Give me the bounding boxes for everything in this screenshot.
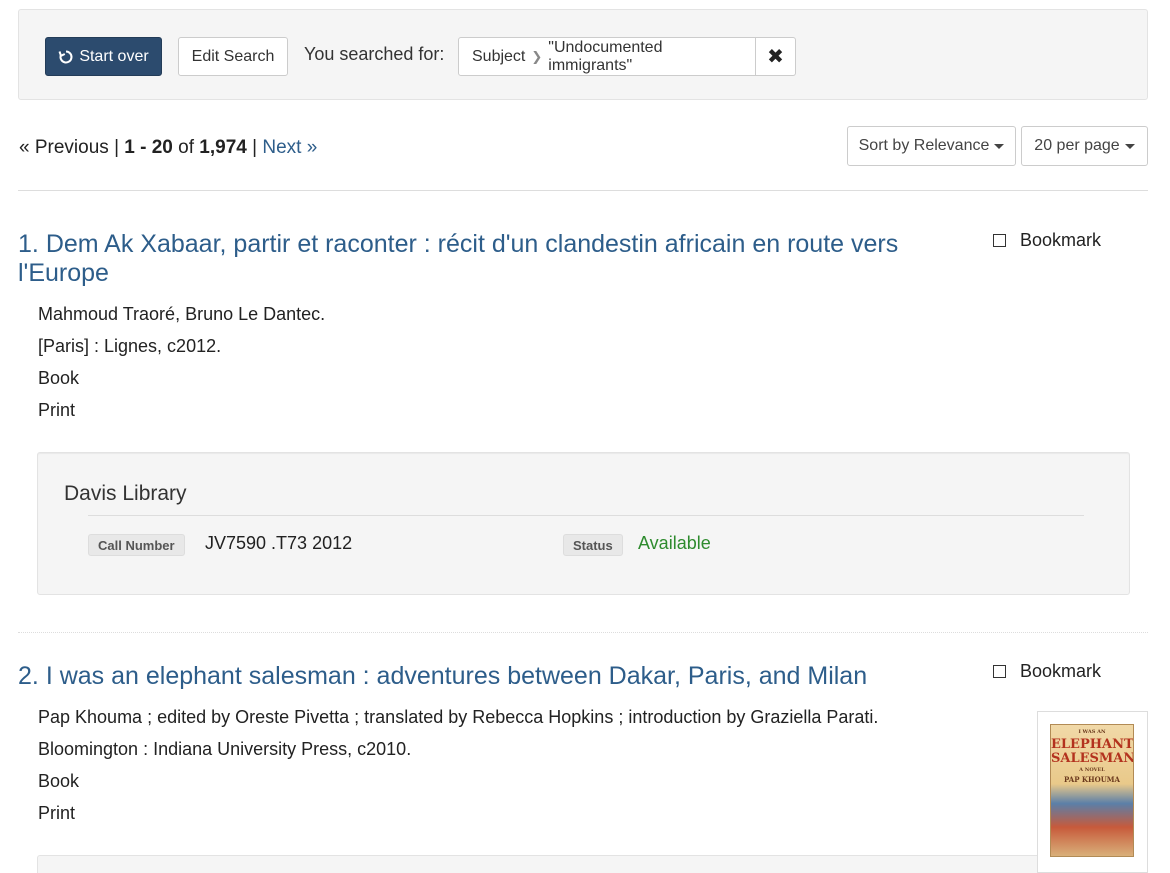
- sort-label: Sort by Relevance: [858, 137, 990, 154]
- bookmark-toggle[interactable]: Bookmark: [993, 230, 1101, 251]
- pagination: « Previous | 1 - 20 of 1,974 | Next »: [19, 137, 317, 159]
- page-range: 1 - 20: [124, 137, 173, 158]
- result-number: 1.: [18, 230, 39, 258]
- result-format: Book: [38, 368, 80, 388]
- caret-down-icon: [994, 143, 1005, 149]
- status-badge: Available: [638, 533, 711, 553]
- result-medium: Print: [38, 803, 76, 823]
- start-over-label: Start over: [79, 47, 149, 65]
- pagination-separator: |: [252, 137, 258, 158]
- bookmark-checkbox[interactable]: [993, 234, 1006, 247]
- result-publication: [Paris] : Lignes, c2012.: [38, 336, 222, 356]
- result-title-link[interactable]: Dem Ak Xabaar, partir et raconter : réci…: [46, 230, 898, 258]
- result-medium: Print: [38, 400, 76, 420]
- holdings-panel: Davis Library Call Number JV7590 .T73 20…: [37, 452, 1130, 595]
- cover-text: PAP KHOUMA: [1064, 775, 1120, 784]
- result-metadata: Mahmoud Traoré, Bruno Le Dantec. [Paris]…: [38, 298, 325, 426]
- call-number-label: Call Number: [88, 534, 185, 556]
- constraint-value-button[interactable]: Subject ❯ "Undocumented immigrants": [458, 37, 756, 76]
- close-icon: ✖: [767, 46, 784, 68]
- cover-text: SALESMAN: [1051, 751, 1134, 766]
- divider: [18, 190, 1148, 191]
- previous-page-link: « Previous: [19, 137, 109, 158]
- remove-constraint-button[interactable]: ✖: [756, 37, 796, 76]
- status-label: Status: [563, 534, 623, 556]
- result-title-2[interactable]: 2. I was an elephant salesman : adventur…: [18, 662, 948, 691]
- cover-text: ELEPHANT: [1051, 737, 1134, 752]
- cover-text: A NOVEL: [1079, 767, 1105, 773]
- constraint-value: "Undocumented immigrants": [548, 38, 663, 74]
- result-title-link-cont[interactable]: l'Europe: [18, 259, 109, 287]
- result-total: 1,974: [199, 137, 247, 158]
- result-number: 2.: [18, 662, 39, 690]
- result-title-1[interactable]: 1. Dem Ak Xabaar, partir et raconter : r…: [18, 230, 948, 288]
- chevron-right-icon: ❯: [531, 48, 543, 64]
- start-over-button[interactable]: Start over: [45, 37, 162, 76]
- bookmark-label: Bookmark: [1020, 661, 1102, 681]
- call-number: JV7590 .T73 2012: [205, 533, 353, 553]
- bookmark-checkbox[interactable]: [993, 665, 1006, 678]
- caret-down-icon: [1124, 143, 1135, 149]
- book-cover-image: I WAS AN ELEPHANT SALESMAN A NOVEL PAP K…: [1050, 724, 1134, 857]
- refresh-icon: [58, 50, 73, 63]
- divider: [18, 632, 1148, 633]
- you-searched-for-label: You searched for:: [304, 44, 445, 64]
- per-page-label: 20 per page: [1034, 137, 1120, 154]
- divider: [88, 515, 1084, 516]
- bookmark-label: Bookmark: [1020, 230, 1102, 250]
- pagination-of: of: [178, 137, 195, 158]
- result-format: Book: [38, 771, 80, 791]
- library-name: Davis Library: [64, 482, 187, 505]
- cover-text: I WAS AN: [1078, 729, 1106, 735]
- book-cover-thumbnail[interactable]: I WAS AN ELEPHANT SALESMAN A NOVEL PAP K…: [1037, 711, 1148, 873]
- bookmark-toggle[interactable]: Bookmark: [993, 661, 1101, 682]
- result-author: Pap Khouma ; edited by Oreste Pivetta ; …: [38, 707, 879, 727]
- per-page-dropdown[interactable]: 20 per page: [1021, 126, 1148, 166]
- sort-dropdown[interactable]: Sort by Relevance: [847, 126, 1016, 166]
- search-constraint: Subject ❯ "Undocumented immigrants" ✖: [458, 37, 796, 76]
- constraint-field: Subject: [472, 47, 526, 65]
- edit-search-button[interactable]: Edit Search: [178, 37, 288, 76]
- search-constraints-bar: Start over Edit Search You searched for:…: [18, 9, 1148, 100]
- holdings-panel: [37, 855, 1130, 873]
- result-metadata: Pap Khouma ; edited by Oreste Pivetta ; …: [38, 701, 878, 829]
- result-publication: Bloomington : Indiana University Press, …: [38, 739, 412, 759]
- pagination-separator: |: [114, 137, 119, 158]
- result-title-link[interactable]: I was an elephant salesman : adventures …: [46, 662, 867, 690]
- result-author: Mahmoud Traoré, Bruno Le Dantec.: [38, 304, 326, 324]
- next-page-link[interactable]: Next »: [262, 137, 317, 158]
